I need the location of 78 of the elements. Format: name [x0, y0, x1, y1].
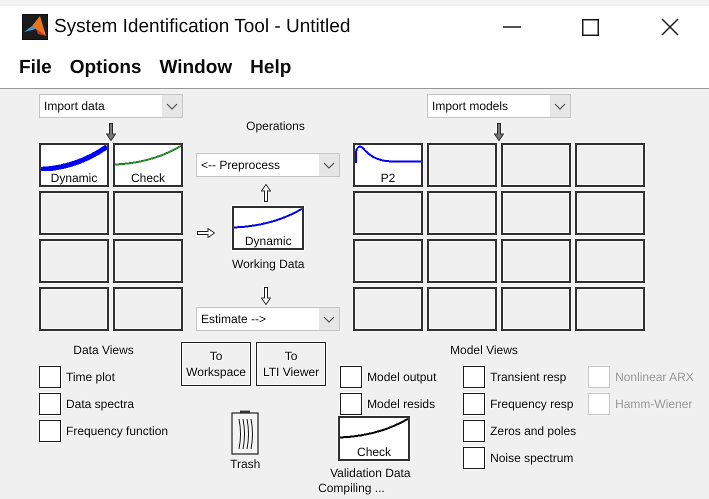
chevron-icon [166, 102, 178, 110]
import-models-dropdown[interactable]: Import models [427, 94, 571, 118]
data-tile[interactable] [113, 287, 183, 331]
data-tile[interactable] [39, 191, 109, 235]
checkbox-label: Nonlinear ARX [615, 370, 694, 384]
data-tile[interactable] [113, 191, 183, 235]
validation-data-caption: Validation Data [330, 466, 411, 480]
app-logo-icon [22, 14, 48, 40]
maximize-icon [582, 18, 599, 36]
trash-label: Trash [230, 457, 260, 471]
menu-item[interactable]: File [19, 57, 52, 79]
down-arrow-icon [261, 287, 271, 305]
checkbox-label: Zeros and poles [490, 424, 576, 438]
model-tile[interactable]: P2 [353, 143, 423, 187]
checkbox[interactable] [340, 392, 362, 414]
model-tile[interactable] [575, 143, 645, 187]
checkbox[interactable] [463, 392, 486, 414]
minimize-icon [502, 26, 520, 28]
checkbox[interactable] [39, 392, 61, 414]
model-tile[interactable] [353, 239, 423, 283]
model-tile[interactable] [575, 191, 645, 235]
model-tile[interactable] [427, 143, 497, 187]
close-icon [660, 18, 678, 36]
checkbox[interactable] [463, 420, 486, 442]
data-tile[interactable] [39, 239, 109, 283]
status-text: Compiling ... [318, 481, 385, 495]
chevron-icon [554, 102, 566, 110]
checkbox-label: Frequency resp [490, 396, 574, 410]
model-tile[interactable] [427, 191, 497, 235]
menu-item[interactable]: Window [160, 57, 232, 79]
model-tile[interactable] [501, 143, 571, 187]
checkbox-label: Hamm-Wiener [615, 396, 692, 410]
checkbox-label: Noise spectrum [490, 450, 574, 464]
model-tile[interactable] [501, 287, 571, 331]
import-data-dropdown[interactable]: Import data [39, 94, 183, 118]
menu-item[interactable]: Help [250, 57, 292, 79]
checkbox-label: Model resids [367, 396, 436, 410]
chevron-icon [323, 162, 335, 168]
push-button[interactable]: To Workspace [181, 342, 252, 386]
trash-can-icon [231, 410, 260, 455]
checkbox-label: Frequency function [66, 424, 168, 438]
data-tile[interactable] [39, 287, 109, 331]
section-title: Operations [245, 119, 306, 135]
validation-data-tile[interactable]: Check [338, 416, 410, 461]
data-tile[interactable] [113, 239, 183, 283]
checkbox-label: Transient resp [490, 370, 566, 384]
preprocess-dropdown[interactable]: <-- Preprocess [196, 153, 340, 177]
down-arrow-icon [494, 122, 504, 140]
model-tile[interactable] [575, 287, 645, 331]
estimate-dropdown[interactable]: Estimate --> [196, 307, 340, 331]
checkbox-label: Time plot [66, 370, 115, 384]
model-tile[interactable] [353, 191, 423, 235]
checkbox-label: Model output [367, 370, 436, 384]
working-data-tile[interactable]: Dynamic [232, 206, 304, 250]
checkbox[interactable] [340, 366, 362, 388]
model-tile[interactable] [353, 287, 423, 331]
checkbox[interactable] [463, 446, 486, 468]
model-tile[interactable] [427, 239, 497, 283]
down-arrow-icon [106, 122, 116, 140]
model-tile[interactable] [501, 239, 571, 283]
up-arrow-icon [261, 184, 271, 202]
checkbox[interactable] [39, 420, 61, 442]
right-arrow-icon [197, 228, 215, 238]
checkbox[interactable] [39, 366, 61, 388]
window-title: System Identification Tool - Untitled [54, 16, 350, 38]
push-button[interactable]: To LTI Viewer [256, 342, 326, 386]
model-tile[interactable] [427, 287, 497, 331]
checkbox-label: Data spectra [66, 396, 134, 410]
model-tile[interactable] [575, 239, 645, 283]
model-tile[interactable] [501, 191, 571, 235]
chevron-icon [323, 316, 335, 322]
section-title: Model Views [450, 343, 519, 357]
data-tile[interactable]: Dynamic [39, 143, 109, 187]
section-title: Data Views [72, 343, 135, 357]
checkbox[interactable] [463, 366, 486, 388]
menu-item[interactable]: Options [70, 57, 142, 79]
working-data-caption: Working Data [232, 257, 304, 271]
data-tile[interactable]: Check [113, 143, 183, 187]
